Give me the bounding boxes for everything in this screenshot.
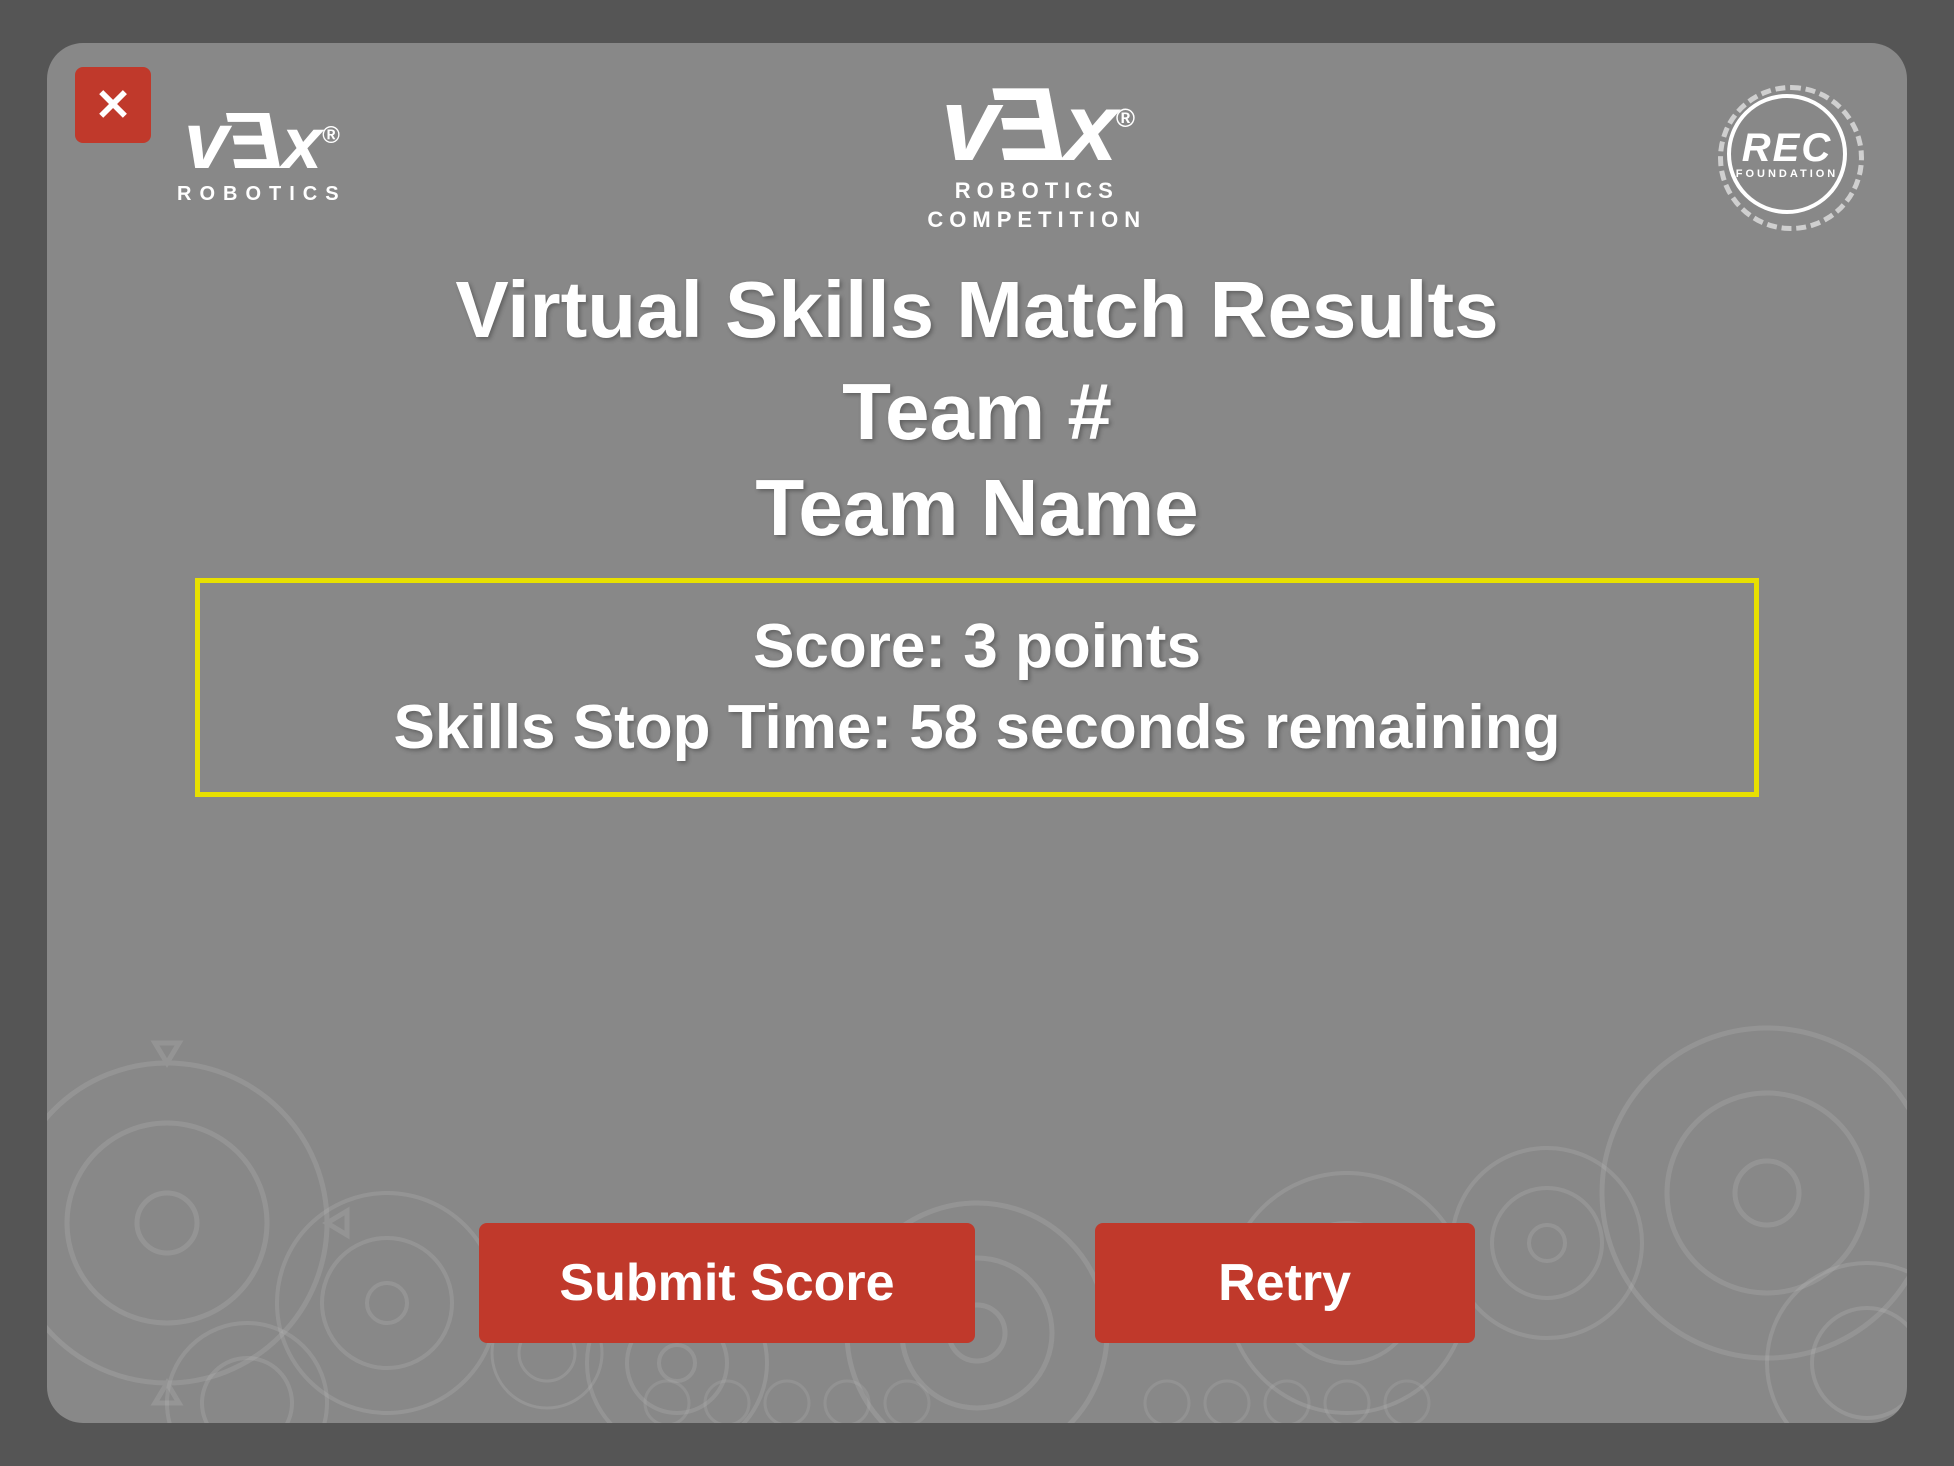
page-title: Virtual Skills Match Results	[455, 264, 1498, 356]
vex-reg-center: ®	[1116, 103, 1133, 133]
vex-robotics-logo-left: vEx® ROBOTICS	[177, 101, 347, 206]
score-line2: Skills Stop Time: 58 seconds remaining	[260, 688, 1694, 769]
vex-reg-left: ®	[322, 122, 340, 149]
score-line1: Score: 3 points	[260, 607, 1694, 688]
vex-competition-logo-center: vEx® ROBOTICS COMPETITION	[927, 73, 1146, 234]
buttons-container: Submit Score Retry	[479, 1223, 1474, 1343]
vex-x-center: x	[1064, 74, 1115, 181]
score-box: Score: 3 points Skills Stop Time: 58 sec…	[195, 578, 1759, 797]
robotics-label-center: ROBOTICS COMPETITION	[927, 177, 1146, 234]
results-modal: ✕ vEx® ROBOTICS vEx® ROBOTICS COMPETITIO…	[47, 43, 1907, 1423]
team-name: Team Name	[755, 462, 1198, 554]
vex-e-left: E	[228, 101, 281, 181]
header-logos: vEx® ROBOTICS vEx® ROBOTICS COMPETITION …	[47, 43, 1907, 244]
submit-score-button[interactable]: Submit Score	[479, 1223, 974, 1343]
retry-button[interactable]: Retry	[1095, 1223, 1475, 1343]
rec-text: REC	[1742, 128, 1832, 168]
vex-e-center: E	[997, 73, 1064, 177]
vex-v-center: v	[941, 67, 997, 183]
foundation-text: FOUNDATION	[1736, 168, 1839, 180]
close-button[interactable]: ✕	[75, 67, 151, 143]
main-content: Virtual Skills Match Results Team # Team…	[47, 244, 1907, 1203]
team-number: Team #	[842, 366, 1112, 458]
rec-logo-circle: REC FOUNDATION	[1727, 94, 1847, 214]
vex-x-left: x	[282, 104, 322, 184]
vex-v-left: v	[184, 96, 229, 185]
robotics-label-left: ROBOTICS	[177, 183, 347, 206]
rec-foundation-logo: REC FOUNDATION	[1727, 94, 1847, 214]
